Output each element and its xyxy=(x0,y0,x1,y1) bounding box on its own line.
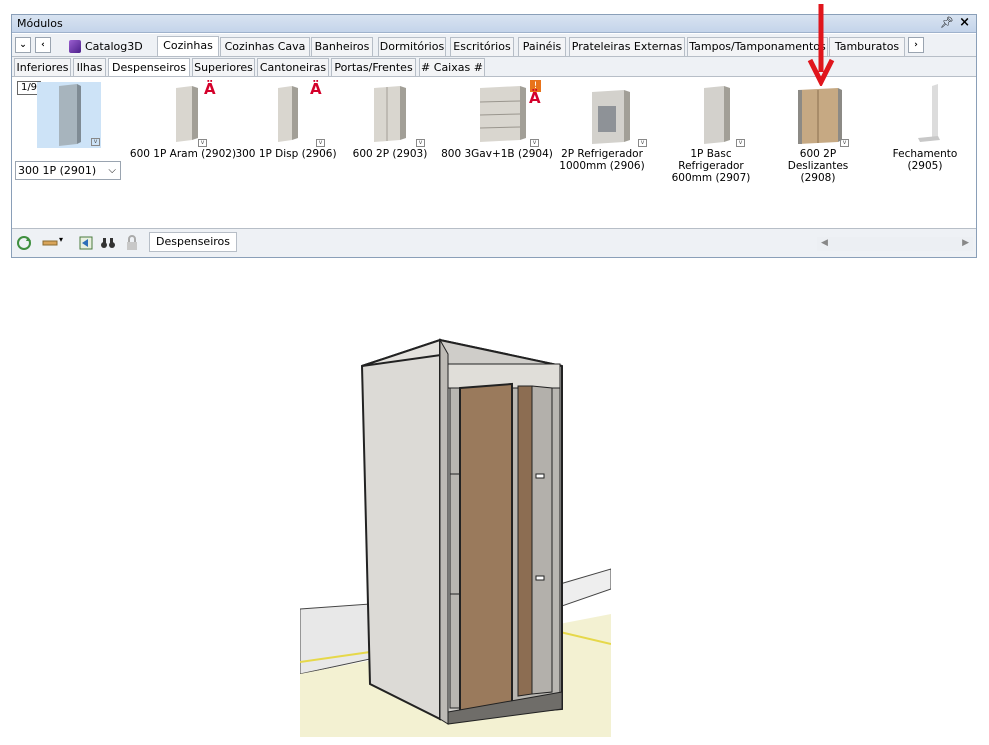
expand-icon[interactable]: v xyxy=(638,139,647,147)
catalog-name: Catalog3D xyxy=(85,40,143,53)
warning-icon: Ä xyxy=(529,89,541,107)
tab-escritorios[interactable]: Escritórios xyxy=(450,37,514,56)
scroll-right-icon[interactable]: ▶ xyxy=(962,238,969,248)
module-select-value: 300 1P (2901) xyxy=(18,164,97,177)
module-label: 1P Basc Refrigerador 600mm (2907) xyxy=(656,148,766,184)
module-item-2908[interactable]: v 600 2P Deslizantes (2908) xyxy=(768,82,868,202)
current-category-button[interactable]: Despenseiros xyxy=(149,232,237,252)
pin-icon[interactable]: 📌︎ xyxy=(940,16,954,29)
scroll-left-icon[interactable]: ◀ xyxy=(821,238,828,248)
subtab-portas-frentes[interactable]: Portas/Frentes xyxy=(331,58,416,77)
close-icon[interactable]: × xyxy=(959,15,970,30)
tab-cozinhas-cava[interactable]: Cozinhas Cava xyxy=(220,37,310,56)
module-item-2905[interactable]: Fechamento (2905) xyxy=(874,82,976,192)
module-item-2907[interactable]: v 1P Basc Refrigerador 600mm (2907) xyxy=(656,82,766,202)
module-label-line2: (2908) xyxy=(800,172,836,184)
module-label-line2: 600mm (2907) xyxy=(671,172,751,184)
expand-icon[interactable]: v xyxy=(530,139,539,147)
chevron-down-icon[interactable]: ⌄ xyxy=(15,37,31,53)
module-thumbnail xyxy=(176,86,198,142)
subtab-inferiores[interactable]: Inferiores xyxy=(14,58,71,77)
subtab-ilhas[interactable]: Ilhas xyxy=(73,58,106,77)
module-label: 600 1P Aram (2902) xyxy=(129,148,237,160)
expand-icon[interactable]: v xyxy=(91,138,100,146)
module-label-line1: 2P Refrigerador xyxy=(561,148,643,160)
module-item-2902[interactable]: Ä v 600 1P Aram (2902) xyxy=(128,82,238,192)
warning-icon: Ä xyxy=(310,80,322,98)
tab-cozinhas[interactable]: Cozinhas xyxy=(157,36,219,56)
module-thumbnail xyxy=(918,84,940,142)
subtab-cantoneiras[interactable]: Cantoneiras xyxy=(257,58,329,77)
chevron-down-icon[interactable]: ▾ xyxy=(59,235,63,244)
chevron-down-icon: ⌵ xyxy=(108,165,116,176)
binoculars-icon[interactable] xyxy=(100,235,116,251)
module-label-line2: 1000mm (2906) xyxy=(559,160,645,172)
module-item-2903[interactable]: v 600 2P (2903) xyxy=(348,82,432,192)
subtab-caixas[interactable]: # Caixas # xyxy=(419,58,485,77)
ruler-icon[interactable] xyxy=(42,235,58,251)
tab-banheiros[interactable]: Banheiros xyxy=(311,37,373,56)
expand-icon[interactable]: v xyxy=(736,139,745,147)
expand-icon[interactable]: v xyxy=(316,139,325,147)
module-item-2906-refrigerador[interactable]: v 2P Refrigerador 1000mm (2906) xyxy=(552,82,652,202)
module-label: 800 3Gav+1B (2904) xyxy=(441,148,553,160)
tab-prateleiras-externas[interactable]: Prateleiras Externas xyxy=(569,37,685,56)
panel-title: Módulos xyxy=(17,17,63,30)
tab-dormitorios[interactable]: Dormitórios xyxy=(378,37,446,56)
subtab-superiores[interactable]: Superiores xyxy=(192,58,255,77)
lock-icon[interactable] xyxy=(124,235,140,251)
horizontal-scrollbar[interactable]: ◀ ▶ xyxy=(817,237,973,251)
module-thumbnail xyxy=(704,86,730,144)
catalog-cube-icon xyxy=(69,40,81,53)
module-label: 600 2P Deslizantes (2908) xyxy=(768,148,868,184)
3d-preview-render xyxy=(300,314,611,737)
refresh-icon[interactable] xyxy=(16,235,32,251)
module-thumbnail xyxy=(798,88,842,144)
module-select[interactable]: 300 1P (2901) ⌵ xyxy=(15,161,121,180)
tab-tamburatos[interactable]: Tamburatos xyxy=(829,37,905,56)
warning-icon: Ä xyxy=(204,80,216,98)
module-label-line1: 1P Basc Refrigerador xyxy=(678,148,744,172)
expand-icon[interactable]: v xyxy=(840,139,849,147)
subtab-despenseiros[interactable]: Despenseiros xyxy=(108,58,190,77)
tab-paineis[interactable]: Painéis xyxy=(518,37,566,56)
annotation-arrow-icon xyxy=(807,4,835,86)
chevron-left-icon[interactable]: ‹ xyxy=(35,37,51,53)
module-thumbnail xyxy=(592,90,630,144)
expand-icon[interactable]: v xyxy=(198,139,207,147)
module-label: 600 2P (2903) xyxy=(352,148,428,160)
expand-icon[interactable]: v xyxy=(416,139,425,147)
import-icon[interactable] xyxy=(78,235,94,251)
chevron-right-icon[interactable]: › xyxy=(908,37,924,53)
module-item-2906[interactable]: Ä v 300 1P Disp (2906) xyxy=(234,82,338,192)
module-label-line1: 600 2P Deslizantes xyxy=(787,148,849,172)
module-item-2904[interactable]: ! Ä v 800 3Gav+1B (2904) xyxy=(440,80,554,192)
module-gallery: 1/9 v 300 1P (2901) ⌵ Ä v 600 1P Aram (29… xyxy=(12,76,976,228)
module-label: 300 1P Disp (2906) xyxy=(235,148,337,160)
panel-footer: ▾ Despenseiros ◀ ▶ xyxy=(12,228,976,257)
module-item-2901[interactable]: v xyxy=(37,82,101,148)
module-label: Fechamento (2905) xyxy=(892,148,958,172)
module-label: 2P Refrigerador 1000mm (2906) xyxy=(552,148,652,172)
